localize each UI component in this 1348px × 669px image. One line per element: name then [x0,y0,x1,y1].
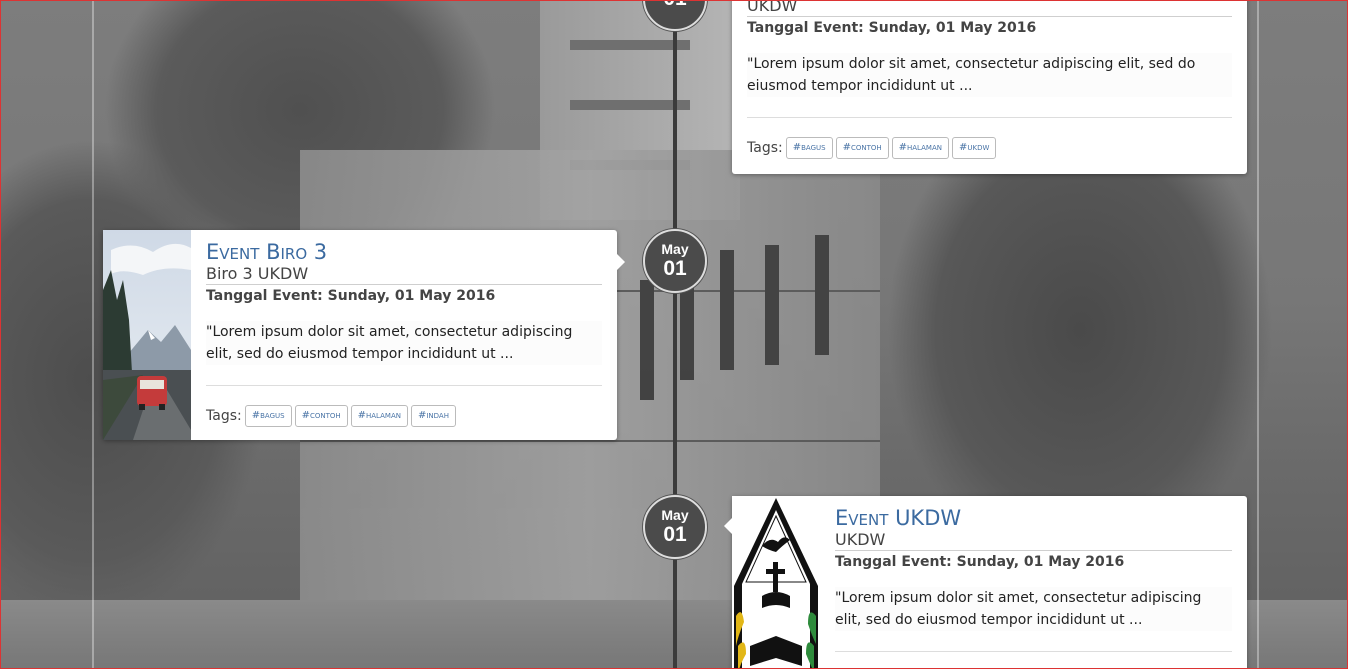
tag-list: Tags: #bagus #contoh #halaman #indah [206,405,602,427]
badge-month: May [661,241,689,257]
event-card[interactable]: UKDW Tanggal Event: Sunday, 01 May 2016 … [732,0,1247,174]
container-left-edge [92,0,94,669]
container-right-edge [1257,0,1259,669]
tag[interactable]: #bagus [785,137,833,159]
card-pointer [617,254,625,270]
ukdw-logo-icon [734,498,818,669]
tag[interactable]: #bagus [244,405,292,427]
event-thumbnail[interactable] [103,230,191,440]
event-title-link[interactable]: Event Biro 3 [206,240,602,264]
event-card[interactable]: Event UKDW UKDW Tanggal Event: Sunday, 0… [724,496,1247,669]
divider [835,651,1232,652]
badge-month: May [661,507,689,523]
event-card[interactable]: Event Biro 3 Biro 3 UKDW Tanggal Event: … [103,230,625,440]
event-description: "Lorem ipsum dolor sit amet, consectetur… [835,587,1232,631]
date-badge: May 01 [643,229,707,293]
divider [206,385,602,386]
divider [747,117,1232,118]
tags-label: Tags: [206,408,242,424]
event-date: Tanggal Event: Sunday, 01 May 2016 [206,288,496,304]
badge-day: 01 [663,523,687,546]
event-date: Tanggal Event: Sunday, 01 May 2016 [747,20,1037,36]
badge-day: 01 [663,0,686,11]
tag[interactable]: #halaman [891,137,949,159]
event-title-link[interactable]: Event UKDW [835,506,1232,530]
tag-list: Tags: #bagus #contoh #halaman #ukdw [747,137,1232,159]
event-subtitle: UKDW [835,530,1232,551]
tag[interactable]: #ukdw [951,137,997,159]
event-date: Tanggal Event: Sunday, 01 May 2016 [835,554,1125,570]
mountain-road-van-photo-icon [103,230,191,440]
event-thumbnail[interactable] [732,496,820,669]
event-description: "Lorem ipsum dolor sit amet, consectetur… [206,321,602,365]
event-subtitle: UKDW [747,0,1232,17]
tags-label: Tags: [747,140,783,156]
badge-day: 01 [663,257,687,280]
event-subtitle: Biro 3 UKDW [206,264,602,285]
tag[interactable]: #indah [410,405,456,427]
tag[interactable]: #contoh [835,137,889,159]
tag[interactable]: #contoh [294,405,348,427]
card-pointer [724,518,732,534]
timeline-spine [673,0,677,669]
tag[interactable]: #halaman [350,405,408,427]
date-badge: May 01 [643,495,707,559]
event-description: "Lorem ipsum dolor sit amet, consectetur… [747,53,1232,97]
